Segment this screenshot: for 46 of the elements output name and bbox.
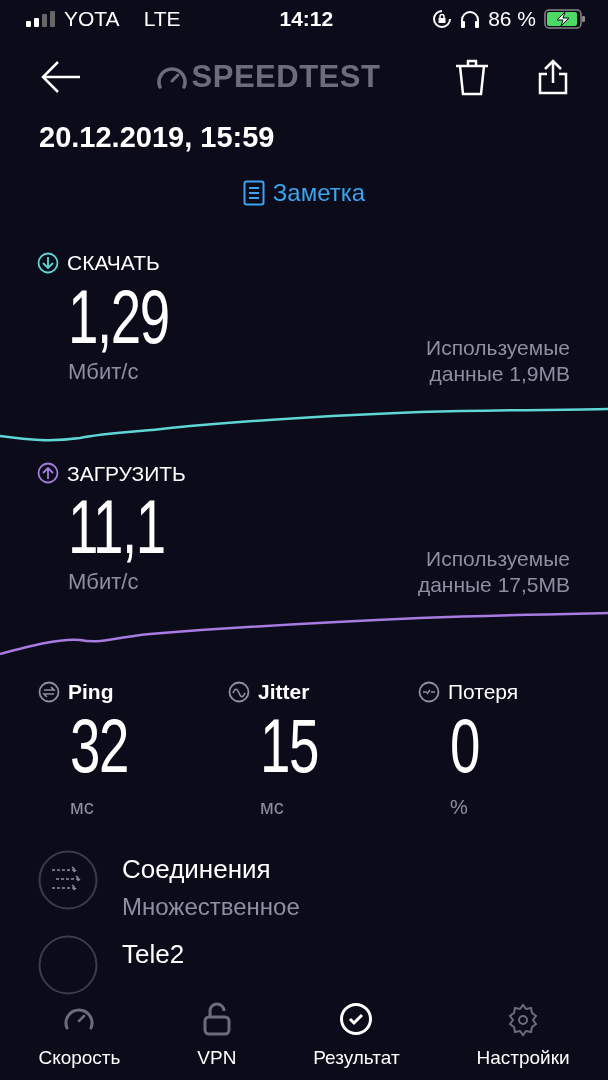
battery-percent: 86 %	[488, 6, 536, 33]
data-used-text: Используемые данные 1,9MB	[425, 335, 570, 388]
ping-label: Ping	[68, 679, 114, 706]
trash-icon	[454, 57, 490, 96]
tab-bar-item[interactable]: Скорость	[38, 1002, 121, 1073]
tab-bar-item[interactable]: Настройки	[476, 1002, 570, 1073]
connections-title: Соединения	[122, 852, 272, 886]
upload-label: ЗАГРУЗИТЬ	[67, 460, 186, 487]
jitter-label: Jitter	[258, 679, 310, 706]
connections-icon	[38, 849, 98, 910]
data-used-text: Используемые данные 17,5MB	[416, 545, 570, 598]
share-icon	[538, 58, 568, 95]
back-button[interactable]	[40, 59, 82, 94]
rotation-lock-icon	[432, 8, 453, 29]
download-speed-unit: Мбит/с	[68, 357, 140, 386]
packet-loss-icon	[418, 680, 440, 703]
upload-speed-unit: Мбит/с	[68, 568, 140, 597]
download-speed-value: 1,29	[68, 278, 169, 355]
loss-label: Потеря	[448, 679, 519, 706]
test-date: 20.12.2019, 15:59	[38, 119, 276, 155]
tab-bar-item[interactable]: VPN	[197, 1002, 237, 1073]
connections-subtitle: Множественное	[122, 891, 300, 922]
settings-icon	[506, 1002, 540, 1039]
note-link[interactable]: Заметка	[242, 175, 366, 212]
jitter-value: 15	[260, 707, 319, 784]
wave-icon	[228, 680, 250, 703]
ping-unit: мс	[70, 794, 95, 820]
loss-unit: %	[450, 794, 469, 820]
app-logo-text: SPEEDTEST	[191, 57, 381, 96]
tab-bar-item[interactable]: Результат	[313, 1002, 400, 1073]
signal-icon	[26, 10, 56, 27]
delete-button[interactable]	[454, 57, 490, 96]
note-icon	[242, 180, 265, 207]
share-button[interactable]	[538, 58, 568, 95]
loss-value: 0	[450, 707, 479, 784]
ping-icon	[38, 680, 60, 703]
download-label: СКАЧАТЬ	[67, 250, 160, 277]
headphones-icon	[460, 9, 481, 28]
carrier-name: YOTA	[64, 6, 120, 33]
network-type: LTE	[143, 6, 181, 33]
server-title: Tele2	[122, 937, 185, 971]
ping-value: 32	[70, 707, 129, 784]
back-arrow-icon	[40, 59, 82, 94]
jitter-unit: мс	[260, 794, 285, 820]
status-time: 14:12	[279, 7, 334, 31]
upload-speed-value: 11,1	[68, 489, 165, 566]
